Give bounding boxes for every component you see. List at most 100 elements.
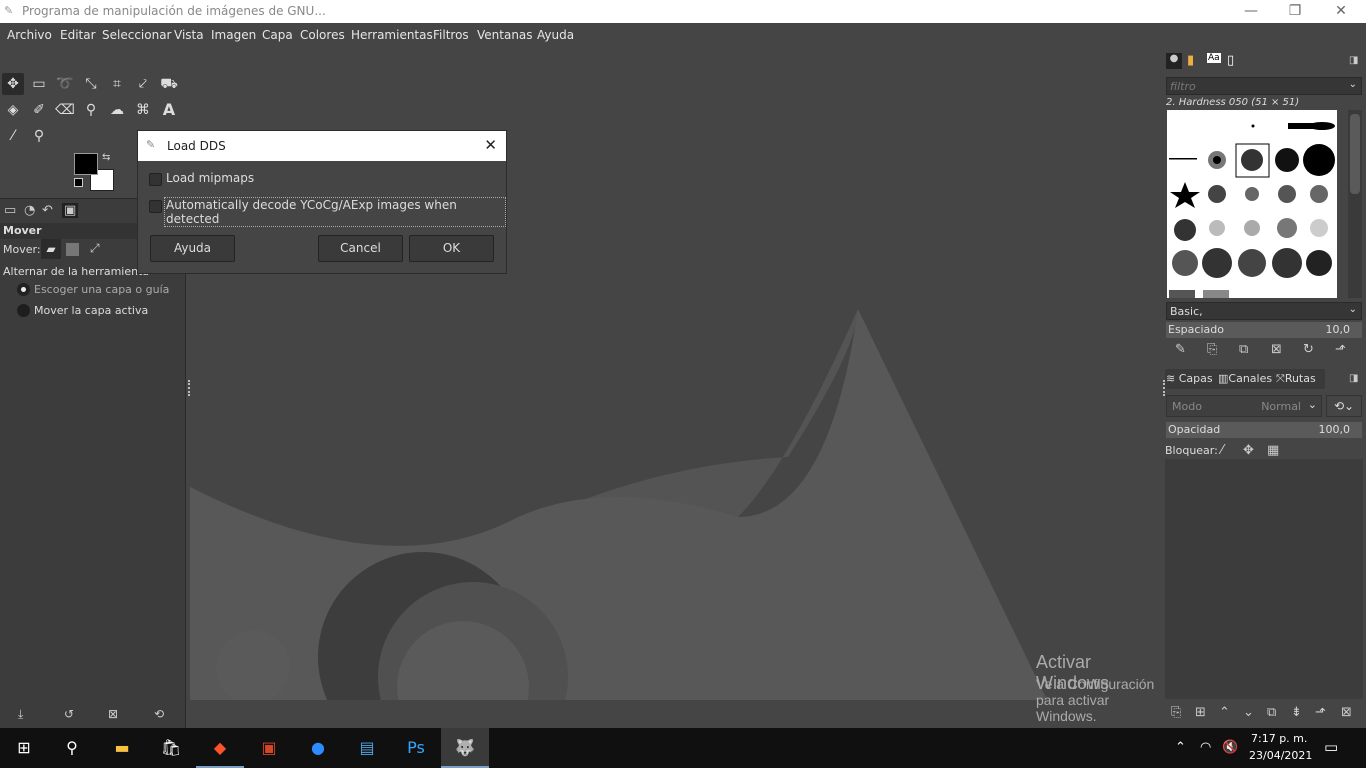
maximize-button[interactable]: ❐ — [1272, 0, 1318, 23]
save-options-icon[interactable]: ⤓ — [18, 707, 23, 722]
file-explorer-icon[interactable]: ▬ — [98, 728, 146, 768]
clock-date[interactable]: 23/04/2021 — [1249, 749, 1312, 762]
chevron-down-icon[interactable]: ⌄ — [1349, 79, 1357, 90]
close-button[interactable]: ✕ — [1318, 0, 1364, 23]
bucket-fill-icon[interactable]: ◈ — [2, 99, 24, 121]
brave-browser-icon[interactable]: ◆ — [196, 728, 244, 768]
raise-layer-icon[interactable]: ⌃ — [1219, 705, 1230, 720]
smudge-icon[interactable]: ☁ — [106, 99, 128, 121]
cancel-button[interactable]: Cancel — [318, 235, 403, 262]
store-icon[interactable]: 🛍 — [147, 728, 195, 768]
new-brush-icon[interactable]: ⎘ — [1207, 342, 1217, 357]
chevron-down-icon[interactable]: ⌄ — [1349, 304, 1357, 315]
gimp-taskbar-icon[interactable]: 🐺 — [441, 728, 489, 768]
help-button[interactable]: Ayuda — [150, 235, 235, 262]
menu-ayuda[interactable]: Ayuda — [537, 28, 574, 42]
menu-colores[interactable]: Colores — [300, 28, 345, 42]
move-path-icon[interactable]: ⤢ — [90, 241, 100, 256]
menu-herramientas[interactable]: Herramientas — [351, 28, 433, 42]
load-mipmaps-label[interactable]: Load mipmaps — [166, 171, 254, 185]
device-status-tab-icon[interactable]: ◔ — [24, 203, 35, 218]
radio-move-active[interactable] — [17, 304, 30, 317]
load-mipmaps-checkbox[interactable] — [149, 173, 162, 186]
brush-tag-select[interactable]: Basic, ⌄ — [1166, 302, 1362, 320]
mask-layer-icon[interactable]: ⬏ — [1315, 705, 1326, 720]
zoom-icon[interactable]: ⚲ — [28, 125, 50, 147]
duplicate-brush-icon[interactable]: ⧉ — [1239, 342, 1248, 357]
refresh-brushes-icon[interactable]: ↻ — [1303, 342, 1314, 357]
notifications-icon[interactable]: ▭ — [1324, 738, 1338, 756]
default-colors-icon[interactable] — [74, 178, 83, 187]
menu-ventanas[interactable]: Ventanas — [477, 28, 533, 42]
lock-pixels-icon[interactable]: ⁄ — [1221, 443, 1223, 458]
clock-time[interactable]: 7:17 p. m. — [1251, 732, 1307, 745]
volume-muted-icon[interactable]: 🔇 — [1222, 740, 1238, 755]
color-picker-icon[interactable]: ⁄ — [2, 125, 24, 147]
rect-select-icon[interactable]: ▭ — [28, 73, 50, 95]
powerpoint-icon[interactable]: ▣ — [245, 728, 293, 768]
spacing-slider[interactable]: Espaciado 10,0 — [1166, 322, 1362, 338]
dialog-close-icon[interactable]: ✕ — [484, 136, 497, 154]
composite-mode-button[interactable]: ⟲⌄ — [1326, 395, 1362, 417]
unified-transform-icon[interactable]: ⤦ — [132, 73, 154, 95]
delete-brush-icon[interactable]: ⊠ — [1271, 342, 1282, 357]
brush-grid[interactable] — [1167, 110, 1337, 298]
images-tab-icon[interactable]: ▣ — [62, 203, 79, 218]
photoshop-icon[interactable]: Ps — [392, 728, 440, 768]
move-layer-icon[interactable]: ▰ — [41, 239, 61, 259]
warp-transform-icon[interactable]: ⛟ — [158, 73, 180, 95]
right-dock-handle[interactable] — [1163, 380, 1165, 396]
new-layer-icon[interactable]: ⎘ — [1171, 705, 1181, 720]
control-panel-icon[interactable]: ▤ — [343, 728, 391, 768]
edit-brush-icon[interactable]: ✎ — [1175, 342, 1186, 357]
menu-archivo[interactable]: Archivo — [7, 28, 52, 42]
eraser-icon[interactable]: ⌫ — [54, 99, 76, 121]
paintbrush-icon[interactable]: ✐ — [28, 99, 50, 121]
start-button-icon[interactable]: ⊞ — [0, 728, 48, 768]
configure-tab-icon[interactable]: ◨ — [1349, 55, 1358, 66]
open-brush-icon[interactable]: ⬏ — [1335, 342, 1346, 357]
menu-seleccionar[interactable]: Seleccionar — [102, 28, 171, 42]
brush-scrollbar[interactable] — [1348, 110, 1362, 298]
auto-decode-label[interactable]: Automatically decode YCoCg/AExp images w… — [164, 197, 506, 227]
reset-options-icon[interactable]: ⟲ — [154, 707, 164, 721]
layer-mode-select[interactable]: Modo Normal ⌄ — [1166, 395, 1322, 417]
tab-paths[interactable]: ⤧Rutas — [1276, 372, 1316, 386]
patterns-tab-icon[interactable]: ▮ — [1187, 53, 1194, 68]
menu-vista[interactable]: Vista — [174, 28, 204, 42]
fuzzy-select-icon[interactable]: ⤡ — [80, 73, 102, 95]
restore-options-icon[interactable]: ↺ — [64, 707, 74, 721]
fonts-tab-icon[interactable]: Aa — [1207, 53, 1221, 63]
tab-channels[interactable]: ▥Canales — [1218, 372, 1272, 385]
tab-layers[interactable]: ≋ Capas — [1166, 372, 1213, 385]
lower-layer-icon[interactable]: ⌄ — [1243, 705, 1254, 720]
foreground-color-swatch[interactable] — [74, 153, 98, 175]
layers-list[interactable] — [1165, 459, 1363, 699]
text-tool-icon[interactable]: A — [158, 99, 180, 121]
menu-filtros[interactable]: Filtros — [433, 28, 469, 42]
crop-icon[interactable]: ⌗ — [106, 73, 128, 95]
chevron-down-icon[interactable]: ⌄ — [1308, 398, 1317, 411]
menu-editar[interactable]: Editar — [60, 28, 96, 42]
move-tool-icon[interactable]: ✥ — [2, 73, 24, 95]
document-history-tab-icon[interactable]: ▯ — [1227, 53, 1234, 68]
menu-capa[interactable]: Capa — [262, 28, 293, 42]
lock-alpha-icon[interactable]: ▦ — [1267, 443, 1279, 458]
menu-imagen[interactable]: Imagen — [211, 28, 256, 42]
show-hidden-icons-icon[interactable]: ⌃ — [1175, 740, 1186, 755]
delete-layer-icon[interactable]: ⊠ — [1341, 705, 1352, 720]
move-selection-icon[interactable] — [66, 243, 79, 256]
swap-colors-icon[interactable]: ⇆ — [102, 152, 110, 163]
brushes-tab-icon[interactable]: ● — [1166, 53, 1182, 69]
new-layer-group-icon[interactable]: ⊞ — [1195, 705, 1206, 720]
merge-layer-icon[interactable]: ⇟ — [1291, 705, 1302, 720]
duplicate-layer-icon[interactable]: ⧉ — [1267, 705, 1276, 720]
tool-options-tab-icon[interactable]: ▭ — [4, 203, 16, 218]
clone-icon[interactable]: ⚲ — [80, 99, 102, 121]
auto-decode-checkbox[interactable] — [149, 200, 162, 213]
layers-configure-icon[interactable]: ◨ — [1349, 373, 1358, 384]
minimize-button[interactable]: — — [1228, 0, 1274, 23]
ok-button[interactable]: OK — [409, 235, 494, 262]
left-dock-handle[interactable] — [188, 380, 191, 396]
delete-options-icon[interactable]: ⊠ — [108, 707, 118, 721]
